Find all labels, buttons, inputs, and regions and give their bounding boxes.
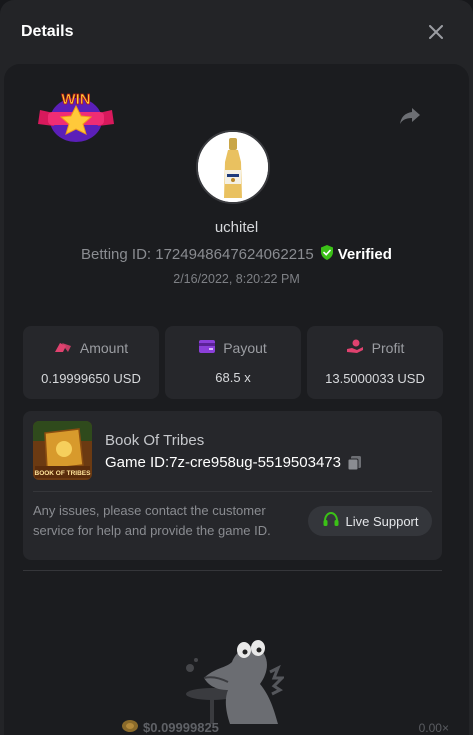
stat-profit: Profit 13.5000033 USD	[307, 326, 443, 399]
live-support-button[interactable]: Live Support	[308, 506, 432, 536]
stats-row: Amount 0.19999650 USD Payout 68.5 x Prof…	[23, 326, 443, 399]
footer-multiplier: 0.00×	[418, 721, 449, 735]
modal-title: Details	[21, 23, 74, 40]
stat-value: 0.19999650 USD	[41, 370, 141, 386]
game-id-row: Game ID:7z-cre958ug-5519503473	[105, 454, 363, 471]
shield-check-icon	[320, 245, 334, 264]
payout-card-icon	[199, 340, 216, 356]
modal-header: Details	[0, 0, 473, 64]
betting-id: Betting ID: 1724948647624062215	[81, 246, 314, 263]
avatar	[196, 130, 270, 204]
svg-text:WIN: WIN	[61, 91, 90, 108]
win-badge-icon: WIN	[36, 86, 116, 146]
stat-label: Profit	[371, 340, 405, 356]
game-info-box: BOOK OF TRIBES Book Of Tribes Game ID:7z…	[23, 411, 442, 560]
footer-amount-value: $0.09999825	[143, 720, 219, 735]
verified-badge: Verified	[320, 245, 392, 264]
svg-text:BOOK OF TRIBES: BOOK OF TRIBES	[35, 470, 92, 477]
game-thumbnail[interactable]: BOOK OF TRIBES	[33, 421, 92, 480]
live-support-label: Live Support	[345, 513, 419, 529]
support-note: Any issues, please contact the customer …	[33, 503, 271, 538]
timestamp: 2/16/2022, 8:20:22 PM	[173, 272, 300, 286]
stat-payout: Payout 68.5 x	[165, 326, 301, 399]
verified-label: Verified	[337, 246, 392, 263]
stat-label: Payout	[223, 340, 267, 356]
footer-amount: $0.09999825	[122, 719, 219, 735]
copy-icon[interactable]	[347, 455, 363, 471]
profit-icon	[346, 339, 364, 357]
bet-details-card: WIN uchitel Betting ID: 1724948647624062…	[4, 64, 469, 735]
username: uchitel	[214, 219, 259, 236]
headset-icon	[322, 511, 340, 532]
details-modal: Details WIN uchitel Betting ID: 17249486…	[0, 0, 473, 735]
stat-value: 68.5 x	[215, 370, 251, 385]
game-id: Game ID:7z-cre958ug-5519503473	[105, 454, 341, 471]
stat-amount: Amount 0.19999650 USD	[23, 326, 159, 399]
game-name: Book Of Tribes	[105, 432, 205, 449]
stat-label: Amount	[79, 340, 129, 356]
betting-id-row: Betting ID: 1724948647624062215 Verified	[4, 245, 469, 264]
share-icon[interactable]	[399, 104, 421, 126]
footer-bar: $0.09999825 0.00×	[0, 717, 473, 735]
close-icon[interactable]	[427, 23, 445, 41]
divider	[23, 570, 442, 571]
mascot-illustration	[174, 632, 286, 728]
coin-icon	[122, 719, 138, 735]
stat-value: 13.5000033 USD	[325, 371, 425, 386]
divider	[33, 491, 432, 492]
amount-icon	[54, 340, 72, 357]
